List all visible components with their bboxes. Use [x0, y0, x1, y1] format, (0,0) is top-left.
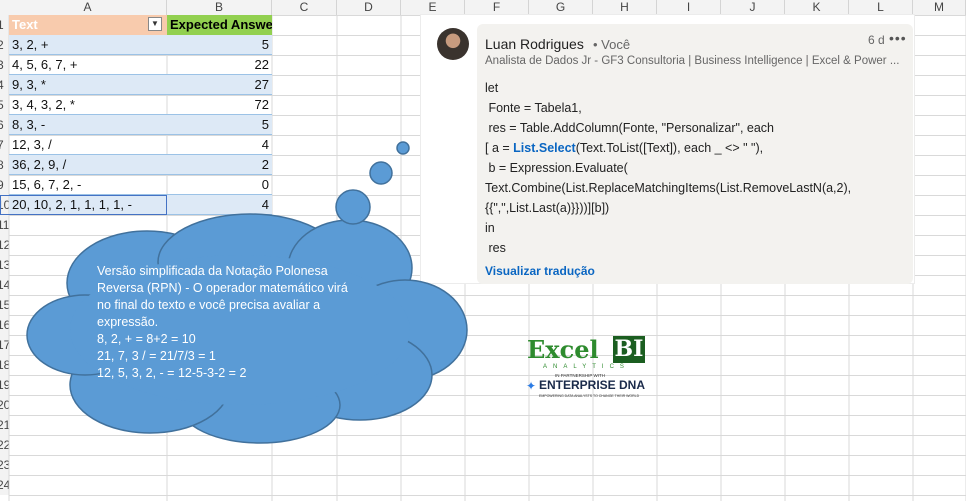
- callout-line: 21, 7, 3 / = 21/7/3 = 1: [97, 349, 216, 363]
- callout-line: Versão simplificada da Notação Polonesa: [97, 264, 328, 278]
- callout-text: Versão simplificada da Notação Polonesa R…: [97, 263, 377, 382]
- callout-cloud: [26, 141, 468, 444]
- callout-line: 12, 5, 3, 2, - = 12-5-3-2 = 2: [97, 366, 247, 380]
- callout-line: 8, 2, + = 8+2 = 10: [97, 332, 196, 346]
- dna-icon: ✦: [526, 379, 537, 393]
- excelbi-logo: Excel BI ANALYTICS IN PARTNERSHIP WITH ✦…: [525, 335, 647, 405]
- callout-line: Reversa (RPN) - O operador matemático vi…: [97, 281, 348, 295]
- callout-line: no final do texto e você precisa avaliar…: [97, 298, 321, 312]
- logo-enterprise: ENTERPRISE DNA: [539, 378, 646, 392]
- logo-analytics: ANALYTICS: [543, 364, 630, 370]
- logo-bi-badge: BI: [613, 336, 645, 363]
- logo-word: Excel: [527, 335, 599, 364]
- callout-line: expressão.: [97, 315, 159, 329]
- logo-tagline: EMPOWERING DATA ANALYSTS TO CHANGE THEIR…: [539, 394, 640, 398]
